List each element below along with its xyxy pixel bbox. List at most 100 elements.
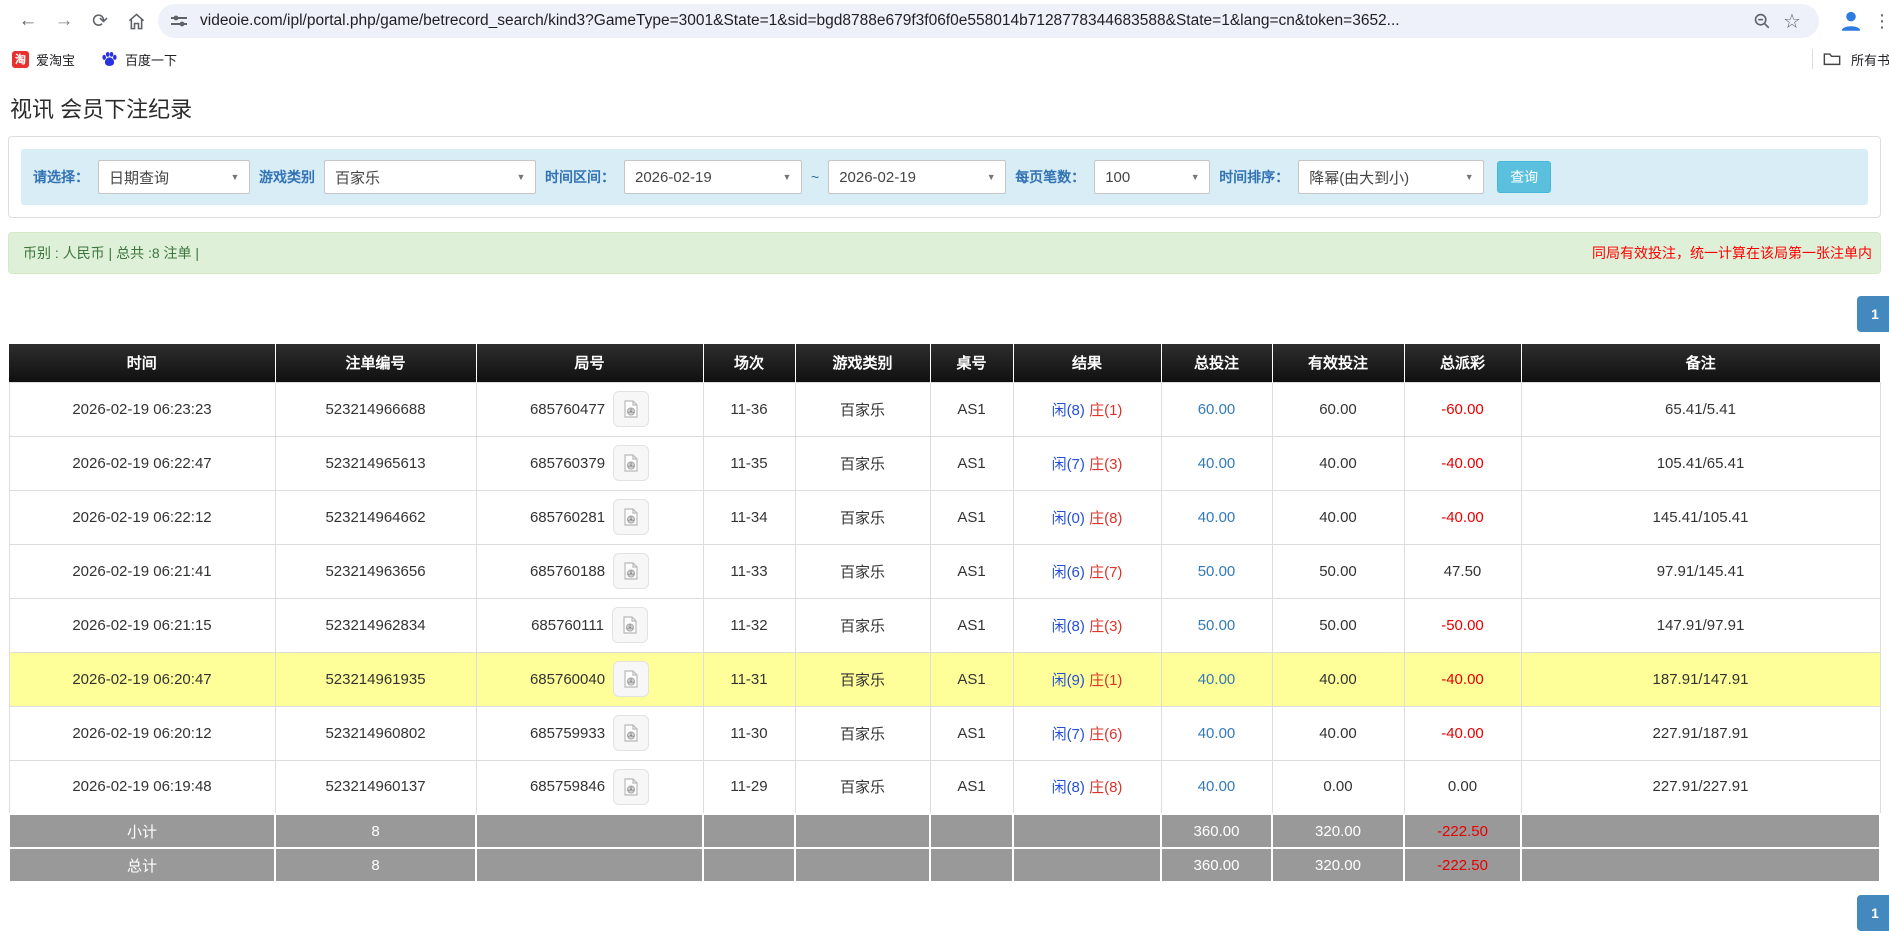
video-replay-button[interactable]: [613, 445, 649, 481]
cell-session: 11-36: [703, 382, 795, 436]
cell-game-type: 百家乐: [795, 436, 930, 490]
table-row: 2026-02-19 06:22:47 523214965613 6857603…: [9, 436, 1880, 490]
cell-time: 2026-02-19 06:22:12: [9, 490, 275, 544]
cell-payout: 0.00: [1404, 760, 1521, 814]
cell-round-id: 685760111: [531, 617, 604, 634]
video-replay-button[interactable]: [613, 553, 649, 589]
cell-note: 187.91/147.91: [1521, 652, 1880, 706]
cell-valid-bet: 0.00: [1272, 760, 1404, 814]
bookmark-star-icon[interactable]: ☆: [1777, 6, 1807, 36]
site-settings-icon[interactable]: [170, 13, 192, 29]
chevron-down-icon: ▼: [221, 172, 249, 182]
cell-time: 2026-02-19 06:21:41: [9, 544, 275, 598]
table-footer: 小计 8 360.00 320.00 -222.50 总计 8 360.00 3…: [9, 814, 1880, 882]
cell-round-id: 685760379: [530, 455, 605, 472]
browser-toolbar: ← → ⟳ videoie.com/ipl/portal.php/game/be…: [0, 0, 1889, 42]
forward-icon[interactable]: →: [46, 3, 82, 39]
total-bet-link[interactable]: 40.00: [1198, 671, 1236, 688]
folder-icon: [1823, 51, 1841, 67]
cell-bet-id: 523214964662: [275, 490, 476, 544]
game-type-select[interactable]: 百家乐 ▼: [324, 160, 536, 194]
col-payout: 总派彩: [1404, 344, 1521, 382]
page-size-select[interactable]: 100 ▼: [1094, 160, 1210, 194]
pagination-top: 1: [8, 296, 1889, 332]
total-bet-link[interactable]: 60.00: [1198, 401, 1236, 418]
url-bar[interactable]: videoie.com/ipl/portal.php/game/betrecor…: [158, 4, 1819, 38]
total-count: 8: [275, 848, 476, 882]
video-replay-button[interactable]: [613, 391, 649, 427]
result-banker: 庄(3): [1089, 618, 1122, 635]
page-number-button[interactable]: 1: [1857, 296, 1889, 332]
cell-table-no: AS1: [930, 598, 1013, 652]
page-number-button[interactable]: 1: [1857, 895, 1889, 931]
video-file-icon: [621, 507, 641, 527]
result-banker: 庄(1): [1089, 402, 1122, 419]
date-to-select[interactable]: 2026-02-19 ▼: [828, 160, 1006, 194]
total-bet-link[interactable]: 50.00: [1198, 563, 1236, 580]
col-total-bet: 总投注: [1161, 344, 1272, 382]
menu-icon[interactable]: ⋮: [1873, 11, 1889, 32]
cell-note: 227.91/227.91: [1521, 760, 1880, 814]
result-banker: 庄(8): [1089, 779, 1122, 796]
total-bet-link[interactable]: 40.00: [1198, 778, 1236, 795]
baidu-paw-icon: [101, 51, 118, 68]
table-row: 2026-02-19 06:21:41 523214963656 6857601…: [9, 544, 1880, 598]
total-valid-bet: 320.00: [1272, 848, 1404, 882]
video-file-icon: [621, 777, 641, 797]
valid-bet-notice: 同局有效投注，统一计算在该局第一张注单内: [1592, 243, 1872, 263]
col-result: 结果: [1013, 344, 1161, 382]
reload-icon[interactable]: ⟳: [82, 3, 118, 39]
cell-valid-bet: 40.00: [1272, 490, 1404, 544]
cell-bet-id: 523214962834: [275, 598, 476, 652]
subtotal-row: 小计 8 360.00 320.00 -222.50: [9, 814, 1880, 848]
col-session: 场次: [703, 344, 795, 382]
video-replay-button[interactable]: [613, 661, 649, 697]
date-range-label: 时间区间：: [545, 167, 615, 187]
video-replay-button[interactable]: [613, 499, 649, 535]
bookmark-taobao[interactable]: 淘 爱淘宝: [12, 50, 75, 69]
cell-game-type: 百家乐: [795, 706, 930, 760]
url-text[interactable]: videoie.com/ipl/portal.php/game/betrecor…: [200, 12, 1747, 30]
chevron-down-icon: ▼: [507, 172, 535, 182]
bookmark-baidu[interactable]: 百度一下: [101, 50, 177, 69]
cell-result: 闲(7) 庄(6): [1013, 706, 1161, 760]
total-bet-link[interactable]: 50.00: [1198, 617, 1236, 634]
video-file-icon: [621, 453, 641, 473]
page-content: 视讯 会员下注纪录 请选择： 日期查询 ▼ 游戏类别 百家乐 ▼ 时间区间： 2…: [0, 92, 1889, 931]
query-mode-select[interactable]: 日期查询 ▼: [98, 160, 250, 194]
result-player: 闲(9): [1052, 672, 1085, 689]
search-button[interactable]: 查询: [1497, 161, 1551, 193]
cell-round-id: 685760281: [530, 509, 605, 526]
sort-select[interactable]: 降幂(由大到小) ▼: [1298, 160, 1484, 194]
zoom-icon[interactable]: [1747, 6, 1777, 36]
all-bookmarks[interactable]: 所有书签: [1812, 49, 1889, 69]
chevron-down-icon: ▼: [1181, 172, 1209, 182]
table-row: 2026-02-19 06:22:12 523214964662 6857602…: [9, 490, 1880, 544]
cell-round-id: 685759846: [530, 778, 605, 795]
video-file-icon: [620, 615, 640, 635]
total-bet-link[interactable]: 40.00: [1198, 455, 1236, 472]
cell-note: 97.91/145.41: [1521, 544, 1880, 598]
cell-session: 11-30: [703, 706, 795, 760]
table-row: 2026-02-19 06:21:15 523214962834 6857601…: [9, 598, 1880, 652]
result-player: 闲(8): [1052, 618, 1085, 635]
video-replay-button[interactable]: [612, 607, 648, 643]
total-bet-link[interactable]: 40.00: [1198, 725, 1236, 742]
cell-game-type: 百家乐: [795, 652, 930, 706]
back-icon[interactable]: ←: [10, 3, 46, 39]
profile-avatar[interactable]: [1835, 5, 1867, 37]
total-row: 总计 8 360.00 320.00 -222.50: [9, 848, 1880, 882]
video-replay-button[interactable]: [613, 715, 649, 751]
result-player: 闲(7): [1052, 726, 1085, 743]
result-player: 闲(8): [1052, 402, 1085, 419]
date-from-select[interactable]: 2026-02-19 ▼: [624, 160, 802, 194]
video-replay-button[interactable]: [613, 769, 649, 805]
cell-round-id: 685760040: [530, 671, 605, 688]
cell-result: 闲(9) 庄(1): [1013, 652, 1161, 706]
total-bet-link[interactable]: 40.00: [1198, 509, 1236, 526]
page-title: 视讯 会员下注纪录: [10, 92, 1881, 124]
result-banker: 庄(6): [1089, 726, 1122, 743]
home-icon[interactable]: [118, 3, 154, 39]
cell-result: 闲(8) 庄(3): [1013, 598, 1161, 652]
cell-valid-bet: 50.00: [1272, 544, 1404, 598]
